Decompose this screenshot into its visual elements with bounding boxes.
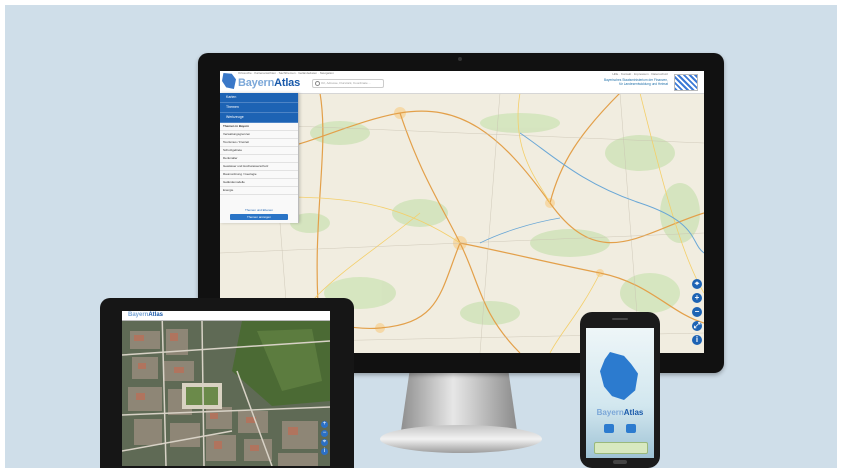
phone-screen: BayernAtlas	[586, 328, 654, 458]
show-themes-button[interactable]: Themen anzeigen	[230, 214, 288, 220]
menu-subitem[interactable]: Gewässer und Hochwasserschutz	[220, 163, 298, 171]
menu-subitem[interactable]: Verwaltungsgrenzen	[220, 131, 298, 139]
search-input[interactable]: Ort, Adresse, Flurstück, Koordinate ...	[312, 79, 384, 88]
app-header: Ortssuche · Kartenansichten · Sachthemen…	[220, 71, 704, 94]
bavarian-crest-icon	[674, 74, 698, 91]
menu-subitem[interactable]: Tourismus / Freizeit	[220, 139, 298, 147]
menu-subitem[interactable]: Raumordnung / Geologie	[220, 171, 298, 179]
locate-button[interactable]: ⌖	[692, 279, 702, 289]
start-button[interactable]	[594, 442, 648, 454]
bavaria-logo-icon	[222, 73, 236, 89]
ministry-line-2: für Landesentwicklung und Heimat	[619, 82, 668, 86]
phone-speaker	[612, 318, 628, 320]
menu-link[interactable]: Themen und Ebenen	[220, 208, 298, 212]
bavaria-map-icon	[600, 352, 638, 400]
utility-links[interactable]: Hilfe · Kontakt · Impressum · Datenschut…	[612, 72, 668, 76]
zoom-out-button[interactable]: −	[692, 307, 702, 317]
logo-part-atlas: Atlas	[623, 408, 644, 417]
search-placeholder: Ort, Adresse, Flurstück, Koordinate ...	[321, 81, 372, 85]
tablet-info-button[interactable]: i	[321, 448, 328, 455]
fullscreen-button[interactable]: ⤢	[692, 321, 702, 331]
logo-part-atlas: Atlas	[148, 312, 164, 318]
theme-shortcut-icon[interactable]	[626, 424, 636, 433]
logo-part-atlas: Atlas	[274, 77, 301, 89]
monitor-stand-base	[380, 425, 542, 453]
menu-item-karten[interactable]: Karten	[220, 93, 298, 103]
tablet-screen: BayernAtlas + − ⌖ i	[122, 311, 330, 466]
device-showcase: Ortssuche · Kartenansichten · Sachthemen…	[0, 0, 841, 468]
main-nav[interactable]: Ortssuche · Kartenansichten · Sachthemen…	[238, 71, 334, 75]
home-button[interactable]	[613, 460, 627, 464]
tablet-zoom-in-button[interactable]: +	[321, 421, 328, 428]
aerial-map[interactable]	[122, 311, 330, 466]
tablet-app-header: BayernAtlas	[122, 311, 330, 321]
zoom-in-button[interactable]: +	[692, 293, 702, 303]
map-shortcut-icon[interactable]	[604, 424, 614, 433]
tablet-locate-button[interactable]: ⌖	[321, 439, 328, 446]
menu-section-title[interactable]: Themen in Bayern	[220, 123, 298, 131]
tablet-device: BayernAtlas + − ⌖ i	[100, 298, 354, 468]
ministry-name: Bayerisches Staatsministerium der Finanz…	[568, 78, 668, 86]
app-logo[interactable]: BayernAtlas	[238, 77, 300, 89]
menu-subitem[interactable]: Energie	[220, 187, 298, 195]
phone-app-logo: BayernAtlas	[594, 408, 646, 417]
smartphone-device: BayernAtlas	[580, 312, 660, 468]
tablet-app-logo[interactable]: BayernAtlas	[128, 312, 163, 318]
side-menu: Karten Themen Werkzeuge Themen in Bayern…	[220, 93, 299, 223]
webcam-icon	[458, 57, 462, 61]
search-icon	[315, 81, 320, 86]
logo-part-bayern: Bayern	[128, 312, 149, 318]
info-button[interactable]: i	[692, 335, 702, 345]
menu-subitem[interactable]: Schutzgebiete	[220, 147, 298, 155]
logo-part-bayern: Bayern	[596, 408, 624, 417]
tablet-zoom-out-button[interactable]: −	[321, 430, 328, 437]
menu-item-themen[interactable]: Themen	[220, 103, 298, 113]
menu-subitem[interactable]: Geländemodelle	[220, 179, 298, 187]
menu-item-werkzeuge[interactable]: Werkzeuge	[220, 113, 298, 123]
logo-part-bayern: Bayern	[238, 77, 275, 89]
menu-subitem[interactable]: Denkmäler	[220, 155, 298, 163]
